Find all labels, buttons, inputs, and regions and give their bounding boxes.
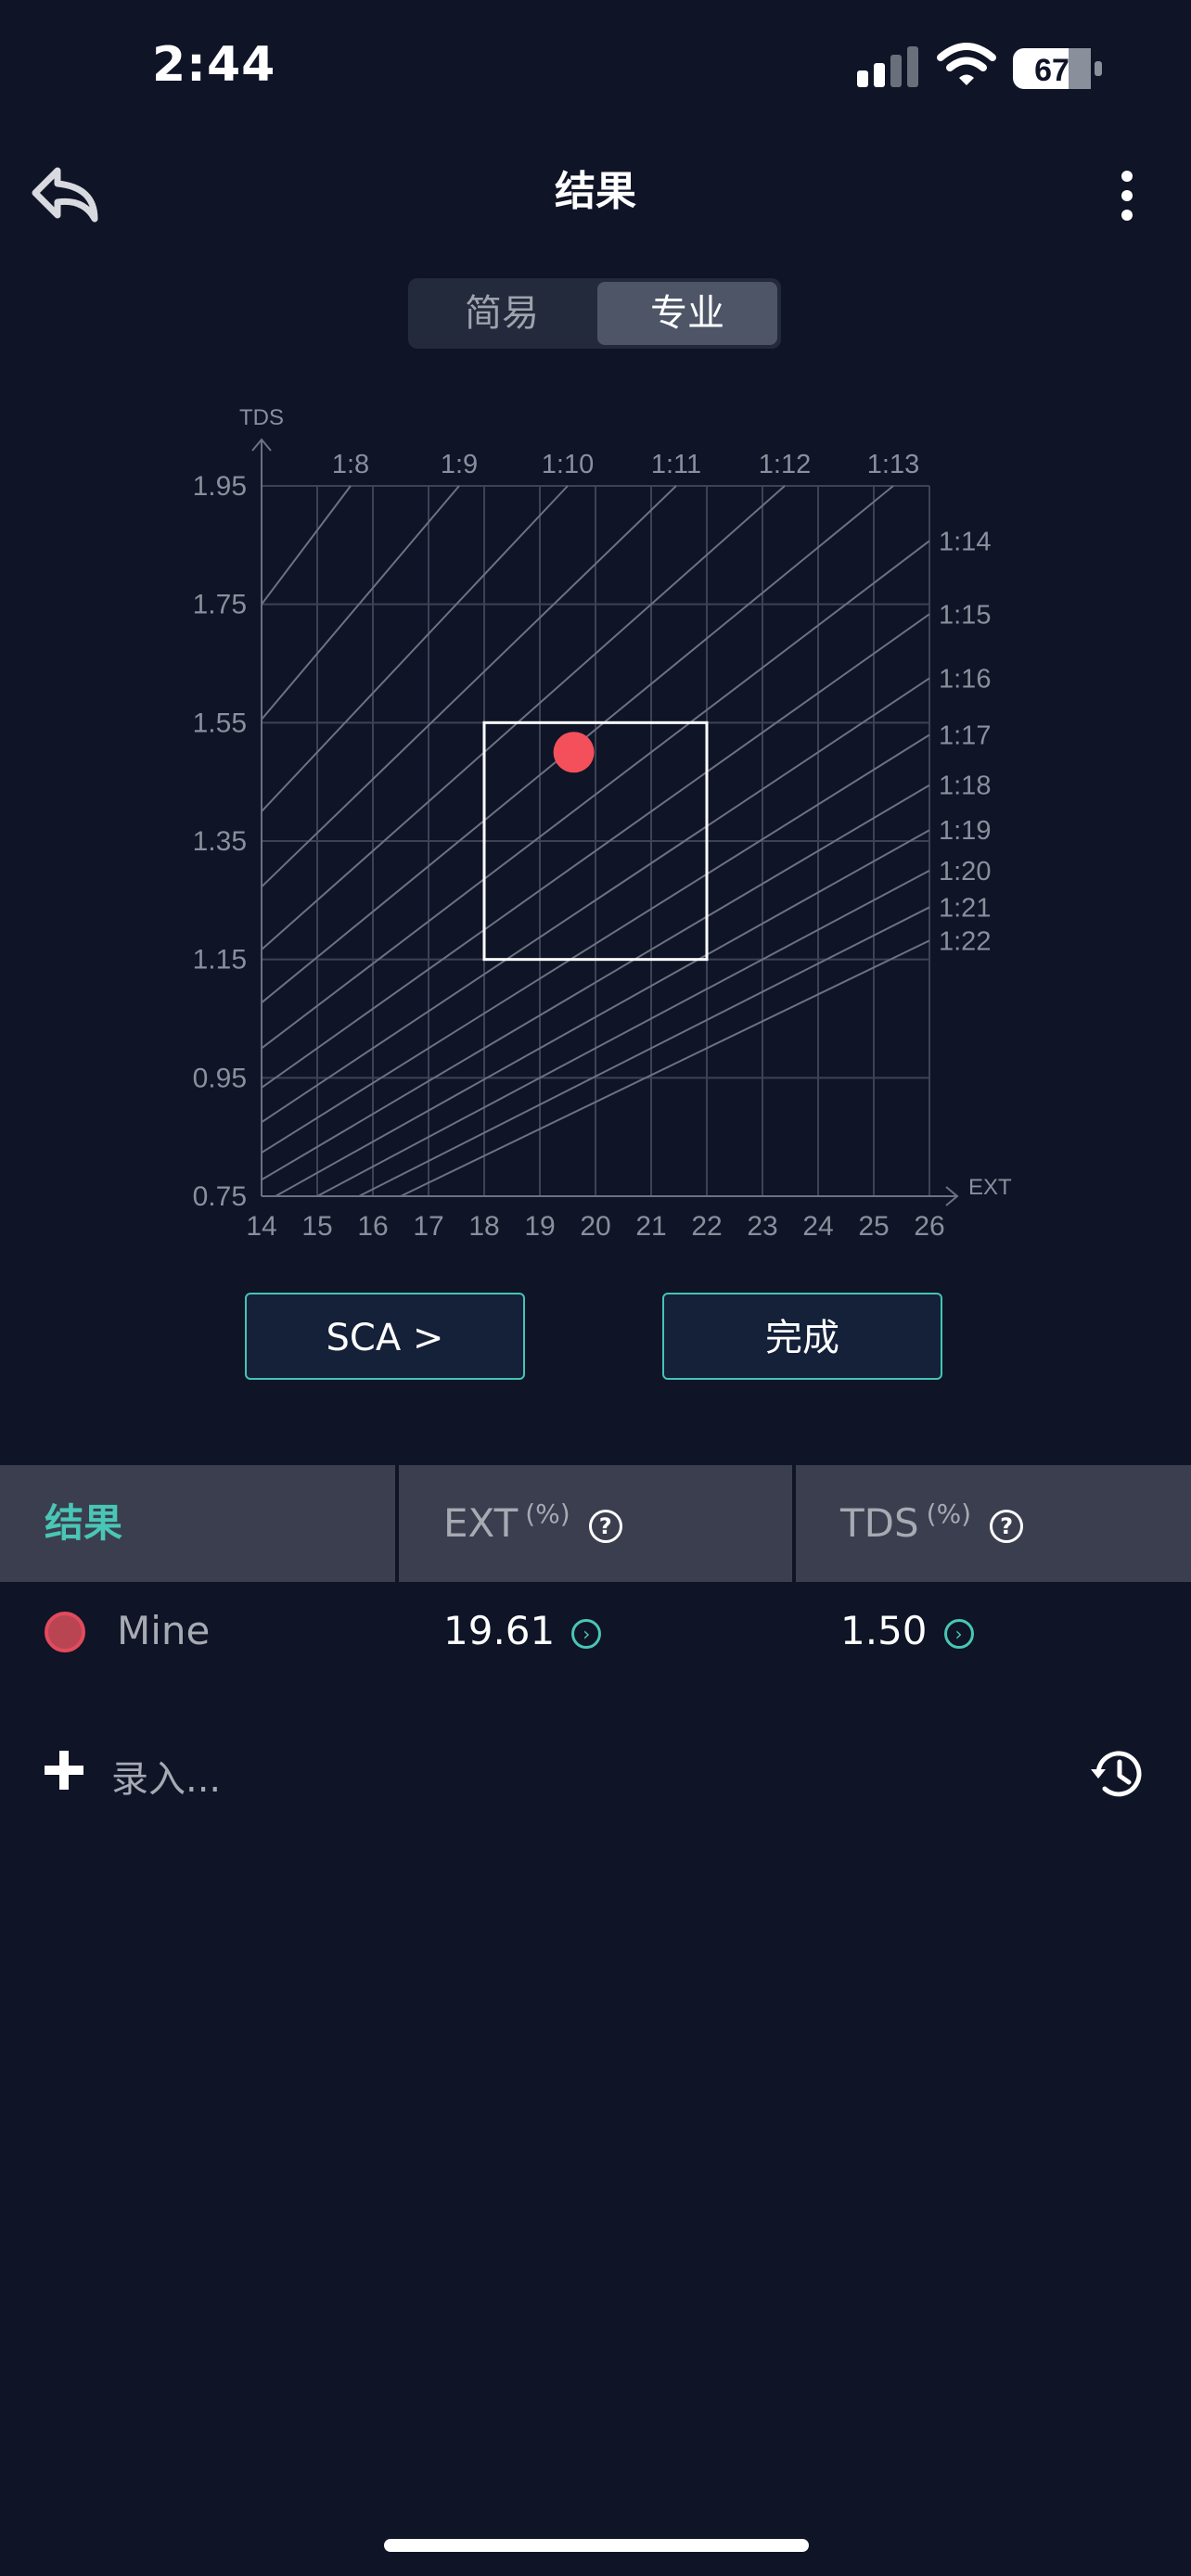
ratio-line (261, 485, 569, 812)
ratio-line (261, 485, 352, 606)
status-time: 2:44 (152, 37, 276, 93)
ratio-label: 1:12 (759, 450, 811, 479)
header-divider (792, 1465, 796, 1582)
header-divider (395, 1465, 399, 1582)
x-tick-label: 14 (246, 1211, 276, 1242)
y-tick-label: 1.35 (193, 826, 247, 857)
done-button[interactable]: 完成 (662, 1293, 942, 1380)
x-tick-label: 25 (858, 1211, 889, 1242)
ratio-label: 1:8 (332, 450, 369, 479)
table-row[interactable]: Mine 19.61 › 1.50 › (0, 1582, 1191, 1693)
brew-control-chart: 14 15 16 17 18 19 20 21 22 23 24 25 26 0.75 0.95 1.15 1… (193, 405, 1012, 1242)
ratio-line (316, 870, 930, 1197)
x-axis-label: EXT (968, 1175, 1012, 1200)
tab-pro[interactable]: 专业 (597, 282, 777, 345)
y-tick-label: 1.55 (193, 708, 247, 738)
mode-segmented-control: 简易 专业 (408, 278, 781, 349)
y-tick-label: 1.15 (193, 945, 247, 976)
ratio-label: 1:20 (939, 857, 991, 886)
ext-help-icon[interactable]: ? (588, 1509, 622, 1543)
row-ext-value: 19.61 (443, 1608, 556, 1653)
ratio-label: 1:19 (939, 816, 991, 846)
x-tick-label: 24 (802, 1211, 833, 1242)
x-tick-label: 20 (580, 1211, 610, 1242)
header-result: 结果 (45, 1500, 123, 1546)
ratio-line (261, 485, 677, 888)
ratio-label: 1:9 (441, 450, 478, 479)
series-color-dot (45, 1612, 85, 1652)
battery-level: 67 (1034, 53, 1069, 88)
x-tick-label: 16 (357, 1211, 388, 1242)
y-tick-label: 1.95 (193, 471, 247, 502)
y-axis-label: TDS (239, 405, 284, 430)
ratio-label: 1:18 (939, 772, 991, 801)
history-icon[interactable] (1089, 1745, 1146, 1803)
tds-help-icon[interactable]: ? (990, 1509, 1024, 1543)
y-tick-labels: 0.75 0.95 1.15 1.35 1.55 1.75 1.95 (193, 471, 247, 1212)
x-tick-label: 21 (635, 1211, 666, 1242)
ratio-label: 1:22 (939, 926, 991, 956)
y-tick-label: 1.75 (193, 590, 247, 620)
ratio-line (358, 906, 930, 1197)
x-tick-labels: 14 15 16 17 18 19 20 21 22 23 24 25 26 (246, 1211, 944, 1242)
x-tick-label: 17 (413, 1211, 443, 1242)
y-tick-label: 0.75 (193, 1181, 247, 1212)
add-entry-label: 录入... (111, 1758, 222, 1801)
header-tds: TDS (%)? (840, 1465, 1024, 1582)
home-indicator (384, 2539, 809, 2552)
row-tds: 1.50 › (840, 1608, 974, 1653)
ratio-label: 1:11 (651, 450, 701, 479)
ratio-label: 1:17 (939, 721, 991, 750)
header-tds-unit: (%) (926, 1498, 972, 1529)
wifi-icon (937, 43, 996, 85)
battery-icon: 67 (1013, 48, 1102, 89)
tab-simple[interactable]: 简易 (412, 282, 592, 345)
results-table-header: 结果 EXT (%)? TDS (%)? (0, 1465, 1191, 1582)
plus-icon (45, 1751, 83, 1790)
row-name: Mine (117, 1608, 211, 1653)
header-ext: EXT (%)? (443, 1465, 622, 1582)
chevron-right-icon[interactable]: › (571, 1618, 602, 1649)
row-ext: 19.61 › (443, 1608, 602, 1653)
chevron-right-icon[interactable]: › (943, 1618, 974, 1649)
data-points (553, 732, 595, 773)
sca-button[interactable]: SCA > (245, 1293, 525, 1380)
signal-icon (857, 46, 918, 87)
ratio-label: 1:16 (939, 664, 991, 694)
y-tick-label: 0.95 (193, 1063, 247, 1093)
ratio-label: 1:10 (542, 450, 594, 479)
ratio-line (261, 485, 460, 721)
x-tick-label: 15 (301, 1211, 332, 1242)
ratio-label: 1:15 (939, 600, 991, 630)
ratio-label: 1:21 (939, 893, 991, 923)
x-tick-label: 23 (747, 1211, 777, 1242)
x-tick-label: 18 (468, 1211, 499, 1242)
ratio-label: 1:13 (867, 450, 919, 479)
x-tick-label: 22 (691, 1211, 722, 1242)
header-ext-label: EXT (443, 1500, 519, 1546)
row-tds-value: 1.50 (840, 1608, 928, 1653)
x-tick-label: 19 (524, 1211, 555, 1242)
data-point (553, 732, 595, 773)
ratio-label: 1:14 (939, 527, 991, 556)
header-tds-label: TDS (840, 1500, 919, 1546)
more-icon[interactable] (1104, 163, 1150, 228)
header-ext-unit: (%) (525, 1498, 570, 1529)
page-title: 结果 (555, 168, 636, 215)
x-tick-label: 26 (914, 1211, 944, 1242)
